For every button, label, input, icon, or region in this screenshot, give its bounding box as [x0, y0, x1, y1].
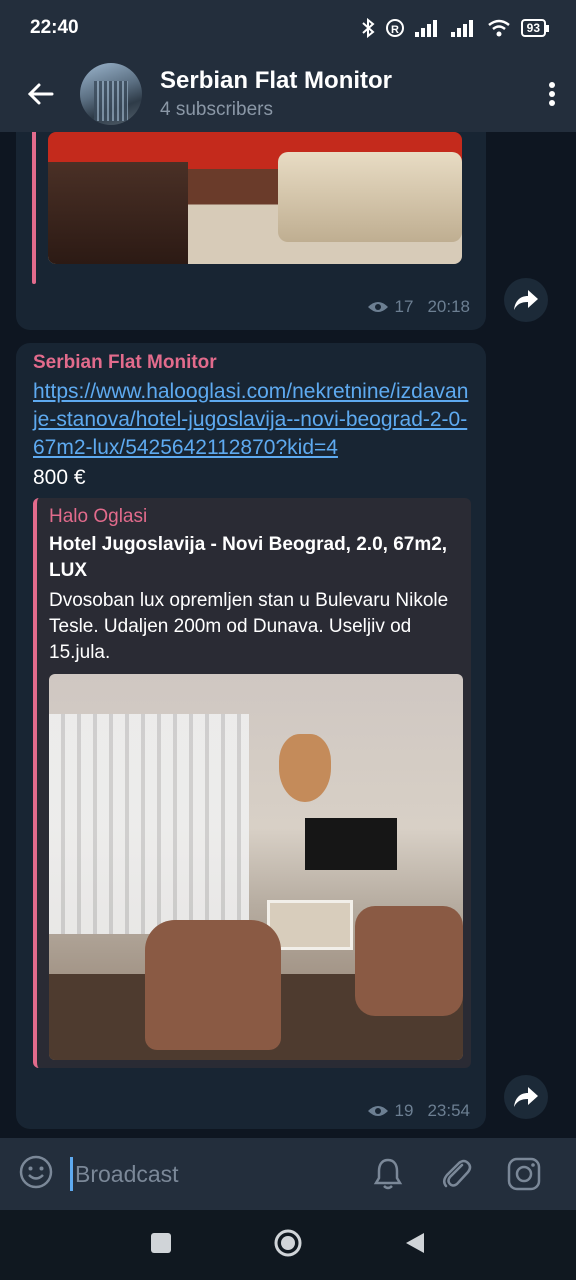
text-caret [70, 1157, 73, 1191]
armchair-shape [355, 906, 463, 1016]
signal-icon-2 [450, 20, 473, 37]
circle-icon [274, 1229, 302, 1256]
recents-button[interactable] [150, 1232, 172, 1259]
back-button[interactable] [0, 82, 80, 106]
curtain-shape [49, 714, 249, 934]
paperclip-icon [443, 1159, 472, 1188]
preview-description: Dvosoban lux opremljen stan u Bulevaru N… [49, 590, 449, 663]
subscriber-count: 4 subscribers [160, 99, 273, 120]
preview-title: Hotel Jugoslavija - Novi Beograd, 2.0, 6… [49, 534, 448, 581]
channel-info[interactable]: Serbian Flat Monitor 4 subscribers [160, 67, 528, 121]
triangle-back-icon [405, 1232, 424, 1253]
registered-icon: R [385, 19, 404, 37]
status-bar: 22:40 R 93 [0, 0, 576, 56]
home-button[interactable] [273, 1228, 303, 1263]
lamp-shape [279, 734, 331, 802]
view-count: 17 [394, 297, 414, 316]
message-meta: 17 20:18 [367, 297, 470, 317]
wifi-icon [487, 19, 510, 37]
channel-avatar[interactable] [80, 63, 142, 125]
battery-indicator: 93 [520, 19, 550, 37]
link-preview-accent [32, 132, 36, 284]
square-icon [151, 1232, 172, 1253]
instagram-camera-icon [507, 1157, 541, 1191]
message-bubble: Serbian Flat Monitor https://www.haloogl… [16, 343, 486, 1129]
apartment-photo[interactable] [49, 674, 463, 1060]
message-sender: Serbian Flat Monitor [33, 352, 217, 373]
camera-button[interactable] [490, 1157, 558, 1191]
more-menu-button[interactable] [528, 81, 576, 107]
listing-link[interactable]: https://www.halooglasi.com/nekretnine/iz… [33, 378, 473, 462]
views-icon [367, 1106, 388, 1116]
views-icon [367, 302, 388, 312]
back-nav-button[interactable] [404, 1231, 426, 1260]
preview-site-name: Halo Oglasi [49, 506, 148, 527]
message-bubble: 17 20:18 [16, 132, 486, 330]
share-arrow-icon [514, 1087, 538, 1107]
more-vertical-icon [549, 82, 555, 106]
armchair-shape [145, 920, 281, 1050]
message-time: 23:54 [427, 1101, 470, 1120]
forward-button[interactable] [504, 1075, 548, 1119]
status-time: 22:40 [30, 17, 79, 38]
signal-icon [414, 20, 437, 37]
smiley-icon [19, 1155, 53, 1188]
message-input[interactable]: Broadcast [70, 1157, 354, 1191]
listing-price: 800 € [33, 466, 86, 489]
composer-bar: Broadcast [0, 1138, 576, 1210]
attach-button[interactable] [422, 1157, 490, 1191]
channel-title: Serbian Flat Monitor [160, 67, 393, 94]
silent-broadcast-button[interactable] [354, 1157, 422, 1191]
emoji-button[interactable] [18, 1154, 54, 1195]
channel-header: Serbian Flat Monitor 4 subscribers [0, 56, 576, 132]
system-nav-bar [0, 1210, 576, 1280]
message-list[interactable]: 17 20:18 Serbian Flat Monitor https://ww… [0, 132, 576, 1138]
bluetooth-icon [361, 18, 375, 38]
arrow-left-icon [27, 83, 54, 105]
view-count: 19 [394, 1101, 414, 1120]
tv-shape [305, 818, 397, 870]
apartment-photo[interactable] [48, 132, 462, 264]
bell-icon [373, 1158, 403, 1190]
message-meta: 19 23:54 [367, 1101, 470, 1121]
forward-button[interactable] [504, 278, 548, 322]
link-preview[interactable]: Halo Oglasi Hotel Jugoslavija - Novi Beo… [33, 498, 471, 1068]
input-placeholder: Broadcast [75, 1160, 179, 1187]
share-arrow-icon [514, 290, 538, 310]
message-time: 20:18 [427, 297, 470, 316]
svg-text:R: R [391, 24, 399, 36]
status-icons: R 93 [361, 18, 550, 38]
